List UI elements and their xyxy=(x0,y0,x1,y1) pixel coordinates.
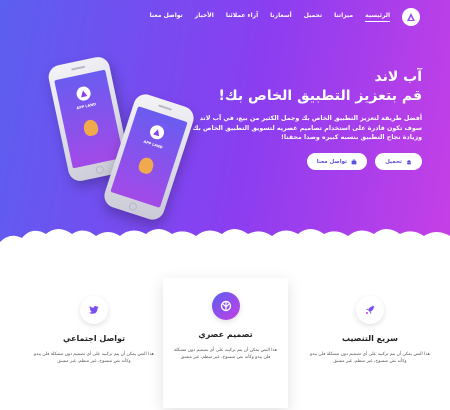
phone-home-button xyxy=(127,201,138,212)
hero-section: الرئيسية ميزاتنا تحميل أسعارنا آراء عملا… xyxy=(0,0,450,250)
features-section: سريع التنصيب هذا النص يمكن أن يتم تركيبه… xyxy=(0,270,450,410)
feature-text: هذا النص يمكن أن يتم تركيبه على أي تصميم… xyxy=(310,352,430,365)
nav-item-pricing[interactable]: أسعارنا xyxy=(270,12,292,22)
nav-item-features[interactable]: ميزاتنا xyxy=(334,12,353,22)
nav-item-testimonials[interactable]: آراء عملائنا xyxy=(226,12,258,22)
screen-mascot-icon xyxy=(82,118,100,138)
nav-item-news[interactable]: الأخبار xyxy=(195,12,214,22)
download-button-label: تحميل xyxy=(385,158,402,165)
screen-mascot-icon xyxy=(137,155,156,176)
phone-speaker xyxy=(71,65,86,71)
nav-item-download[interactable]: تحميل xyxy=(304,12,322,22)
feature-title: سريع التنصيب xyxy=(342,334,398,343)
download-button[interactable]: تحميل xyxy=(375,153,422,171)
hero-title-line2: قم بتعزيز التطبيق الخاص بك! xyxy=(218,87,422,104)
screen-logo-icon xyxy=(75,85,92,102)
android-icon xyxy=(407,159,411,164)
screen-logo-icon xyxy=(148,123,166,142)
hero-title-line1: آب لاند xyxy=(374,69,422,85)
hero-content: آب لاند قم بتعزيز التطبيق الخاص بك! أفضل… xyxy=(192,68,422,171)
phone-home-button xyxy=(95,165,105,175)
contact-button[interactable]: تواصل معنا xyxy=(306,153,368,171)
feature-title: تواصل اجتماعي xyxy=(62,334,126,343)
nav-item-contact[interactable]: تواصل معنا xyxy=(150,12,183,22)
triangle-a-logo-icon xyxy=(407,13,415,21)
rocket-icon xyxy=(356,296,384,324)
feature-text: هذا النص يمكن أن يتم تركيبه على أي تصميم… xyxy=(173,348,278,361)
feature-card-modern-design: تصميم عصري هذا النص يمكن أن يتم تركيبه ع… xyxy=(163,278,288,408)
main-nav: الرئيسية ميزاتنا تحميل أسعارنا آراء عملا… xyxy=(150,12,390,22)
phone-screen: APP LAND xyxy=(110,106,188,208)
hero-buttons: تحميل تواصل معنا xyxy=(192,153,422,171)
hero-description: أفضل طريقة لتعزيز التطبيق الخاص بك وجمل … xyxy=(192,114,422,142)
contact-button-label: تواصل معنا xyxy=(316,158,348,165)
hero-title: آب لاند قم بتعزيز التطبيق الخاص بك! xyxy=(192,68,422,106)
cloud-divider xyxy=(0,229,450,250)
rebel-logo-icon xyxy=(211,292,240,320)
twitter-bird-icon xyxy=(80,296,108,324)
nav-item-home[interactable]: الرئيسية xyxy=(365,12,390,22)
feature-title: تصميم عصري xyxy=(198,330,253,339)
phone-speaker xyxy=(158,104,173,111)
screen-app-name: APP LAND xyxy=(76,102,97,111)
phone-screen: APP LAND xyxy=(54,69,124,169)
feature-card-social: تواصل اجتماعي هذا النص يمكن أن يتم تركيب… xyxy=(34,296,154,366)
feature-text: هذا النص يمكن أن يتم تركيبه على أي تصميم… xyxy=(34,352,154,365)
briefcase-icon xyxy=(351,159,357,164)
feature-card-fast-setup: سريع التنصيب هذا النص يمكن أن يتم تركيبه… xyxy=(310,296,430,366)
app-logo[interactable] xyxy=(402,8,420,26)
